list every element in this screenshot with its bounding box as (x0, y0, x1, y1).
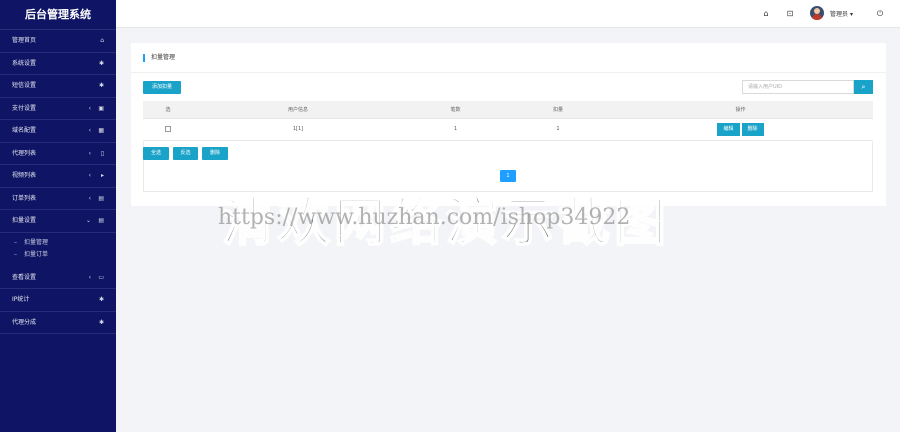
edit-button[interactable]: 编辑 (717, 122, 740, 136)
search-input[interactable]: 请输入用户UID (742, 80, 854, 94)
search-icon: ⌕ (861, 83, 866, 91)
deduct-cell: 1 (508, 118, 608, 141)
user-cell: 1[1] (193, 118, 403, 141)
column-header-deduct: 扣量 (508, 101, 608, 119)
admin-menu[interactable]: 管理员 ▾ (830, 9, 853, 18)
sidebar-item-label: 代理列表 (12, 149, 37, 157)
chevron-icon: ‹ (88, 194, 91, 202)
actions-cell: 编辑 删除 (608, 118, 873, 141)
gear-icon: ✱ (98, 296, 104, 303)
delete-button[interactable]: 删除 (741, 122, 764, 136)
home-icon: ⌂ (100, 37, 104, 44)
table-row: 1[1] 1 1 编辑 删除 (143, 118, 873, 141)
chevron-icon: ⌄ (85, 217, 91, 224)
chevron-icon: ‹ (88, 149, 91, 157)
app-title: 后台管理系统 (0, 0, 116, 30)
sidebar-item-label: 管理首页 (12, 37, 37, 44)
sidebar-item-label: 域名配置 (12, 127, 37, 134)
sidebar-item-label: 查看设置 (12, 273, 37, 281)
count-cell: 1 (403, 118, 508, 141)
select-all-button[interactable]: 全选 (143, 147, 169, 160)
sidebar-subitem-deduction-orders[interactable]: – 扣量订单 (0, 249, 116, 261)
column-header-count: 笔数 (403, 101, 508, 119)
sidebar-subitem-label: 扣量管理 (24, 238, 49, 246)
sidebar-subitem-deduction-manage[interactable]: – 扣量管理 (0, 237, 116, 249)
sidebar-item-label: 扣量设置 (12, 217, 37, 224)
column-header-select: 选 (143, 101, 193, 119)
divider (131, 72, 886, 73)
bulk-delete-button[interactable]: 删除 (202, 147, 228, 160)
sidebar-item-label: IP统计 (12, 296, 30, 303)
sidebar-item-label: 代理分成 (12, 318, 37, 326)
search-button[interactable]: ⌕ (854, 80, 873, 94)
sidebar-item[interactable]: 视频列表 ‹ ▸ (0, 165, 116, 188)
sidebar-item[interactable]: 代理分成 ✱ (0, 312, 116, 334)
gear-icon: ✱ (98, 59, 104, 67)
caret-down-icon: ▾ (849, 11, 853, 18)
credit-card-icon: ▣ (98, 104, 104, 112)
gear-icon: ✱ (98, 82, 104, 89)
top-bar: ⌂ ⊡ 管理员 ▾ ⏻ (116, 0, 900, 28)
row-checkbox[interactable] (165, 125, 171, 132)
sidebar-item[interactable]: 扣量设置 ⌄ ▤ (0, 210, 116, 233)
gear-icon: ✱ (98, 318, 104, 326)
sidebar-item-label: 订单列表 (12, 194, 37, 202)
monitor-icon: ▭ (98, 273, 104, 281)
fullscreen-icon[interactable]: ⊡ (784, 8, 796, 20)
sidebar-item-label: 视频列表 (12, 172, 37, 179)
add-deduction-button[interactable]: 添加扣量 (143, 81, 181, 94)
sidebar-subitem-label: 扣量订单 (24, 250, 49, 258)
sidebar-item[interactable]: 管理首页 ⌂ (0, 30, 116, 53)
sidebar-item-label: 支付设置 (12, 104, 37, 112)
sidebar: 后台管理系统 管理首页 ⌂ 系统设置 ✱ 短信设置 ✱ 支付设置 ‹ ▣ 域名配置 ‹ ▦ 代理列表 ‹ ▯… (0, 0, 116, 432)
sidebar-item[interactable]: 查看设置 ‹ ▭ (0, 267, 116, 289)
admin-name: 管理员 (830, 11, 849, 18)
avatar[interactable] (810, 6, 824, 20)
calendar-icon: ▦ (98, 127, 104, 134)
chevron-icon: ‹ (88, 172, 91, 179)
list-icon: ▤ (98, 194, 104, 202)
deduction-table: 选 用户信息 笔数 扣量 操作 1[1] 1 1 编辑 删除 (143, 101, 873, 141)
mobile-icon: ▯ (100, 149, 104, 157)
invert-selection-button[interactable]: 反选 (173, 147, 198, 160)
sidebar-item-label: 短信设置 (12, 82, 37, 89)
sidebar-item[interactable]: 代理列表 ‹ ▯ (0, 143, 116, 165)
sidebar-item[interactable]: 支付设置 ‹ ▣ (0, 98, 116, 120)
sidebar-item[interactable]: 订单列表 ‹ ▤ (0, 188, 116, 210)
chevron-icon: ‹ (88, 273, 91, 281)
sidebar-submenu-deduction: – 扣量管理 – 扣量订单 (0, 233, 116, 267)
page-title: 扣量管理 (143, 54, 175, 62)
chevron-icon: ‹ (88, 104, 91, 112)
home-icon[interactable]: ⌂ (760, 8, 772, 20)
sidebar-item[interactable]: 域名配置 ‹ ▦ (0, 120, 116, 143)
list-icon: ▤ (98, 217, 104, 224)
column-header-actions: 操作 (608, 101, 873, 119)
play-icon: ▸ (100, 172, 104, 179)
sidebar-item[interactable]: 系统设置 ✱ (0, 53, 116, 75)
column-header-user: 用户信息 (193, 101, 403, 119)
sidebar-item[interactable]: IP统计 ✱ (0, 289, 116, 312)
row-select-cell (143, 118, 193, 141)
sidebar-item-label: 系统设置 (12, 59, 37, 67)
watermark-url: https://www.huzhan.com/ishop34922 (218, 205, 631, 230)
chevron-icon: ‹ (88, 127, 91, 134)
sidebar-item[interactable]: 短信设置 ✱ (0, 75, 116, 98)
power-icon[interactable]: ⏻ (874, 8, 886, 20)
